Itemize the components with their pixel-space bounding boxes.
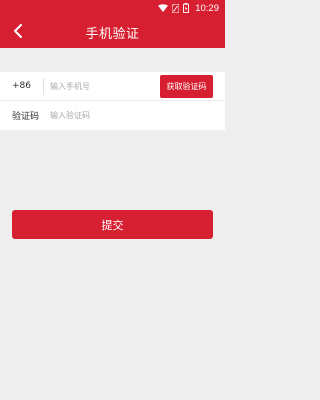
wifi-icon bbox=[158, 4, 169, 12]
status-time: 10:29 bbox=[195, 2, 219, 14]
battery-icon bbox=[183, 3, 190, 13]
verification-form: +86 获取验证码 验证码 bbox=[0, 72, 225, 130]
back-button[interactable] bbox=[8, 22, 28, 42]
phone-prefix: +86 bbox=[12, 81, 31, 91]
app-bar: 手机验证 bbox=[0, 16, 225, 48]
code-row: 验证码 bbox=[0, 101, 225, 130]
divider bbox=[43, 78, 44, 95]
status-bar: 10:29 bbox=[0, 0, 225, 16]
submit-button[interactable]: 提交 bbox=[12, 210, 213, 239]
code-input[interactable] bbox=[50, 105, 210, 125]
code-label: 验证码 bbox=[12, 112, 40, 122]
page-title: 手机验证 bbox=[85, 26, 140, 42]
back-arrow-icon bbox=[13, 23, 23, 42]
phone-input[interactable] bbox=[50, 76, 150, 96]
sim-icon bbox=[172, 3, 180, 13]
phone-row: +86 获取验证码 bbox=[0, 72, 225, 101]
get-code-button[interactable]: 获取验证码 bbox=[160, 75, 213, 98]
